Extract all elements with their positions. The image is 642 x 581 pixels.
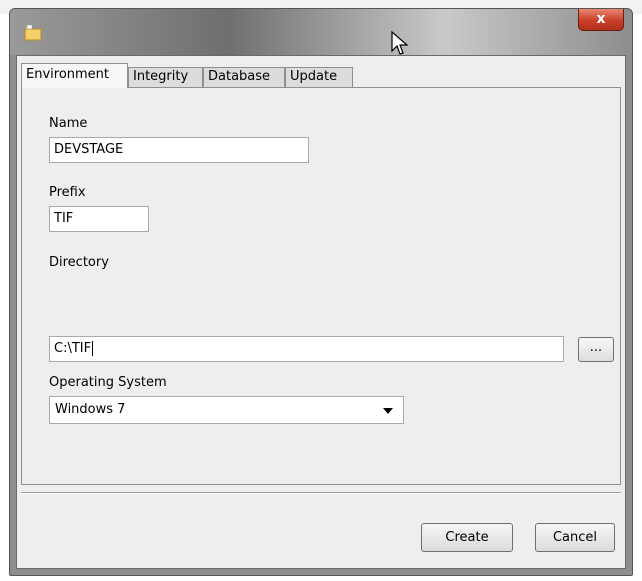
- cancel-button[interactable]: Cancel: [535, 523, 615, 552]
- directory-label: Directory: [49, 255, 109, 270]
- divider: [21, 492, 621, 494]
- prefix-value: TIF: [54, 211, 74, 226]
- text-caret: [92, 341, 94, 356]
- os-select[interactable]: Windows 7: [49, 396, 404, 424]
- name-label: Name: [49, 116, 88, 131]
- prefix-label: Prefix: [49, 185, 86, 200]
- prefix-field[interactable]: TIF: [49, 206, 149, 232]
- name-value: DEVSTAGE: [54, 142, 124, 157]
- tab-database[interactable]: Database: [203, 67, 285, 87]
- browse-button-label: ...: [589, 340, 603, 355]
- tab-label: Update: [290, 69, 338, 84]
- environment-tab-panel: Name DEVSTAGE Prefix TIF Directory C:\TI…: [21, 87, 621, 485]
- dialog-window: x Environment Integrity Database Update …: [9, 8, 633, 576]
- directory-value: C:\TIF: [54, 341, 92, 356]
- folder-icon: [24, 24, 42, 41]
- tab-integrity[interactable]: Integrity: [128, 67, 203, 87]
- tab-label: Environment: [26, 67, 110, 82]
- tab-label: Integrity: [133, 69, 189, 84]
- os-value: Windows 7: [55, 402, 126, 417]
- chevron-down-icon: [383, 408, 393, 414]
- tab-label: Database: [208, 69, 271, 84]
- dialog-client-area: Environment Integrity Database Update Na…: [16, 55, 626, 569]
- tab-environment[interactable]: Environment: [21, 63, 128, 88]
- title-bar[interactable]: x: [10, 9, 632, 55]
- browse-button[interactable]: ...: [578, 337, 614, 362]
- cancel-button-label: Cancel: [552, 530, 598, 545]
- tab-update[interactable]: Update: [285, 67, 353, 87]
- close-icon: x: [596, 11, 606, 27]
- os-label: Operating System: [49, 375, 167, 390]
- directory-field[interactable]: C:\TIF: [49, 336, 564, 362]
- close-button[interactable]: x: [578, 9, 624, 31]
- name-field[interactable]: DEVSTAGE: [49, 137, 309, 163]
- create-button-label: Create: [445, 530, 489, 545]
- create-button[interactable]: Create: [421, 523, 513, 552]
- mouse-cursor-icon: [391, 31, 409, 55]
